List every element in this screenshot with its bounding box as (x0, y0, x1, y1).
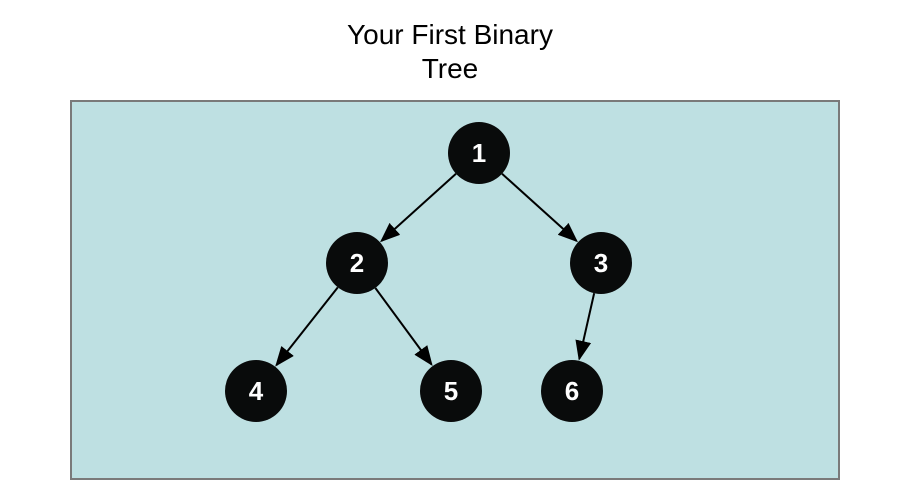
diagram-title: Your First Binary Tree (0, 0, 900, 85)
title-line-2: Tree (422, 53, 479, 84)
tree-canvas: 123456 (70, 100, 840, 480)
edge-n2-n4 (276, 287, 337, 365)
edge-n2-n5 (375, 288, 431, 364)
edge-n1-n3 (502, 174, 576, 241)
tree-node-1: 1 (448, 122, 510, 184)
edge-n1-n2 (382, 174, 456, 241)
tree-node-3: 3 (570, 232, 632, 294)
tree-node-2: 2 (326, 232, 388, 294)
title-line-1: Your First Binary (347, 19, 553, 50)
tree-node-4: 4 (225, 360, 287, 422)
tree-node-5: 5 (420, 360, 482, 422)
tree-node-6: 6 (541, 360, 603, 422)
edge-n3-n6 (579, 293, 594, 359)
